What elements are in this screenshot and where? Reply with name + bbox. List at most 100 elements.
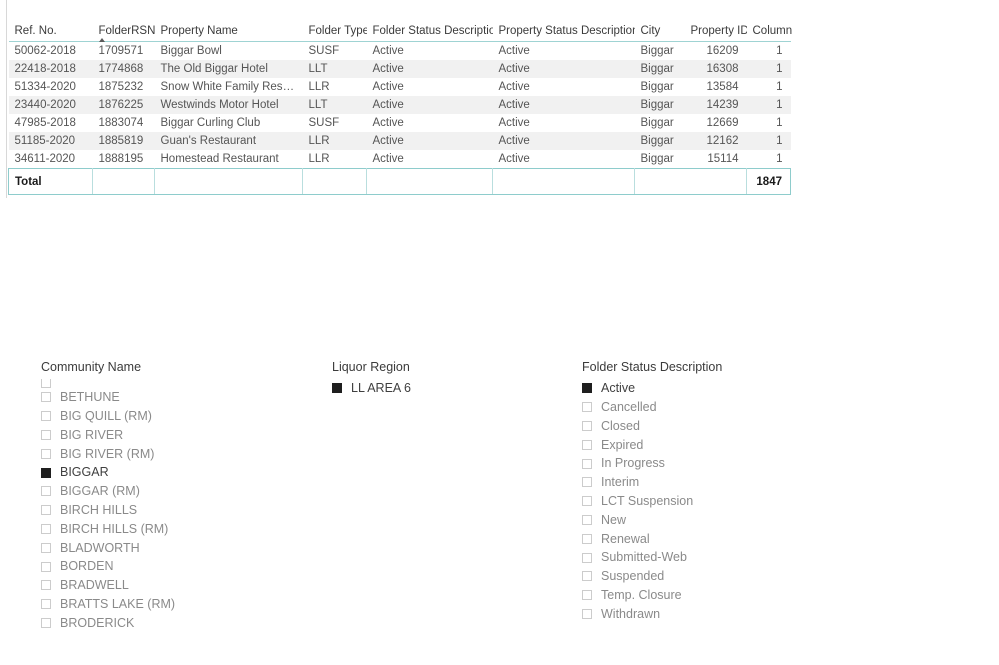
slicer-item-community[interactable] (41, 379, 291, 388)
column-header-folder_type[interactable]: Folder Type (302, 22, 369, 42)
slicer-item-folder-status[interactable]: Active (582, 379, 832, 398)
slicer-item-community[interactable]: BIG QUILL (RM) (41, 407, 291, 426)
slicer-item-community[interactable]: BIRCH HILLS (41, 501, 291, 520)
slicer-item-folder-status[interactable]: Submitted-Web (582, 548, 832, 567)
slicer-item-folder-status[interactable]: Temp. Closure (582, 586, 832, 605)
slicer-item-folder-status[interactable]: Suspended (582, 567, 832, 586)
checkbox-checked-icon[interactable] (332, 383, 342, 394)
slicer-item-label: New (601, 512, 627, 527)
table-row[interactable]: 34611-2020 1888195 Homestead Restaurant LLR… (9, 150, 791, 169)
checkbox-unchecked-icon[interactable] (41, 379, 51, 388)
slicer-community-name-title: Community Name (41, 360, 142, 374)
column-header-folder_status_description[interactable]: Folder Status Description (366, 22, 502, 42)
checkbox-checked-icon[interactable] (41, 467, 51, 478)
slicer-folder-status-list[interactable]: Active Cancelled Closed Expired In Progress I… (582, 379, 832, 623)
table-row[interactable]: 50062-2018 1709571 Biggar Bowl SUSF Active Ac… (9, 42, 791, 61)
slicer-liquor-region-list[interactable]: LL AREA 6 (332, 379, 562, 398)
cell-folder_status_description: Active (372, 63, 404, 75)
slicer-item-community[interactable]: BRODERICK (41, 614, 291, 633)
checkbox-checked-icon[interactable] (582, 383, 592, 394)
checkbox-unchecked-icon[interactable] (41, 523, 51, 534)
checkbox-unchecked-icon[interactable] (582, 420, 592, 431)
checkbox-unchecked-icon[interactable] (582, 496, 592, 507)
column-header-property_name[interactable]: Property Name (154, 22, 303, 42)
table-row[interactable]: 47985-2018 1883074 Biggar Curling Club SUSF… (9, 114, 791, 132)
checkbox-unchecked-icon[interactable] (582, 458, 592, 469)
table-row[interactable]: 51334-2020 1875232 Snow White Family Resta… (9, 78, 791, 96)
slicer-community-name-list[interactable]: BETHUNE BIG QUILL (RM) BIG RIVER BIG RIVER … (41, 379, 291, 632)
checkbox-unchecked-icon[interactable] (41, 599, 51, 610)
property-folder-table[interactable]: Ref. No. FolderRSN Property Name Folder Typ… (8, 22, 792, 195)
slicer-item-community[interactable]: BIG RIVER (RM) (41, 444, 291, 463)
cell-property_name: Biggar Curling Club (160, 117, 261, 129)
slicer-item-label: BIG QUILL (RM) (60, 408, 152, 423)
checkbox-unchecked-icon[interactable] (582, 402, 592, 413)
slicer-item-community[interactable]: BRADWELL (41, 576, 291, 595)
slicer-item-community[interactable]: BIGGAR (RM) (41, 482, 291, 501)
column-header-property_id[interactable]: Property ID (684, 22, 749, 42)
cell-ref_no: 51334-2020 (14, 81, 76, 93)
checkbox-unchecked-icon[interactable] (41, 392, 51, 403)
slicer-item-community[interactable]: BIGGAR (41, 463, 291, 482)
checkbox-unchecked-icon[interactable] (41, 448, 51, 459)
slicer-item-folder-status[interactable]: Closed (582, 417, 832, 436)
slicer-panels: Community Name BETHUNE BIG QUILL (RM) BIG … (0, 360, 999, 665)
cell-folder_rsn: 1885819 (98, 135, 144, 147)
checkbox-unchecked-icon[interactable] (582, 514, 592, 525)
slicer-item-folder-status[interactable]: Renewal (582, 529, 832, 548)
slicer-item-folder-status[interactable]: Cancelled (582, 398, 832, 417)
checkbox-unchecked-icon[interactable] (582, 552, 592, 563)
table-body[interactable]: 50062-2018 1709571 Biggar Bowl SUSF Active Ac… (8, 42, 791, 169)
table-header-row[interactable]: Ref. No. FolderRSN Property Name Folder Typ… (8, 22, 792, 42)
slicer-item-label: Cancelled (601, 399, 657, 414)
slicer-item-community[interactable]: BORDEN (41, 557, 291, 576)
slicer-folder-status[interactable]: Folder Status Description Active Cancelle… (582, 360, 832, 623)
checkbox-unchecked-icon[interactable] (582, 571, 592, 582)
checkbox-unchecked-icon[interactable] (582, 477, 592, 488)
slicer-item-folder-status[interactable]: Interim (582, 473, 832, 492)
slicer-item-liquor-region[interactable]: LL AREA 6 (332, 379, 562, 398)
column-header-folder_rsn[interactable]: FolderRSN (92, 22, 155, 42)
slicer-item-community[interactable]: BIRCH HILLS (RM) (41, 520, 291, 539)
table-row[interactable]: 51185-2020 1885819 Guan's Restaurant LLR Act… (8, 132, 791, 150)
cell-folder_rsn: 1709571 (98, 45, 144, 57)
checkbox-unchecked-icon[interactable] (41, 429, 51, 440)
column-header-city[interactable]: City (634, 22, 685, 42)
cell-property_status_description: Active (498, 81, 530, 93)
checkbox-unchecked-icon[interactable] (41, 561, 51, 572)
checkbox-unchecked-icon[interactable] (41, 486, 51, 497)
report-table-visual[interactable]: Ref. No. FolderRSN Property Name Folder Typ… (8, 22, 792, 195)
cell-column: 1 (776, 81, 783, 93)
slicer-item-community[interactable]: BLADWORTH (41, 538, 291, 557)
checkbox-unchecked-icon[interactable] (41, 580, 51, 591)
slicer-item-community[interactable]: BIG RIVER (41, 426, 291, 445)
cell-folder_status_description: Active (372, 117, 404, 129)
table-row[interactable]: 22418-2018 1774868 The Old Biggar Hotel LLT… (8, 60, 791, 78)
slicer-item-folder-status[interactable]: LCT Suspension (582, 492, 832, 511)
cell-folder_rsn: 1888195 (98, 153, 144, 165)
checkbox-unchecked-icon[interactable] (582, 533, 592, 544)
slicer-item-folder-status[interactable]: Withdrawn (582, 605, 832, 624)
slicer-item-community[interactable]: BETHUNE (41, 388, 291, 407)
checkbox-unchecked-icon[interactable] (582, 590, 592, 601)
slicer-item-folder-status[interactable]: Expired (582, 435, 832, 454)
cell-property_status_description: Active (498, 117, 530, 129)
table-row[interactable]: 23440-2020 1876225 Westwinds Motor Hotel LL… (8, 96, 791, 114)
cell-property_id: 12669 (706, 117, 739, 129)
checkbox-unchecked-icon[interactable] (41, 617, 51, 628)
slicer-item-folder-status[interactable]: In Progress (582, 454, 832, 473)
checkbox-unchecked-icon[interactable] (582, 608, 592, 619)
column-header-property_status_description[interactable]: Property Status Description (492, 22, 638, 42)
cell-property_id: 16209 (706, 45, 739, 57)
checkbox-unchecked-icon[interactable] (582, 439, 592, 450)
slicer-community-name[interactable]: Community Name BETHUNE BIG QUILL (RM) BIG … (41, 360, 291, 632)
slicer-item-folder-status[interactable]: New (582, 511, 832, 530)
checkbox-unchecked-icon[interactable] (41, 505, 51, 516)
checkbox-unchecked-icon[interactable] (41, 542, 51, 553)
slicer-liquor-region[interactable]: Liquor Region LL AREA 6 (332, 360, 562, 398)
checkbox-unchecked-icon[interactable] (41, 411, 51, 422)
column-header-column[interactable]: Column (746, 22, 792, 42)
slicer-item-community[interactable]: BRATTS LAKE (RM) (41, 595, 291, 614)
total-cell-property_name (154, 168, 303, 195)
column-header-ref_no[interactable]: Ref. No. (8, 22, 93, 42)
